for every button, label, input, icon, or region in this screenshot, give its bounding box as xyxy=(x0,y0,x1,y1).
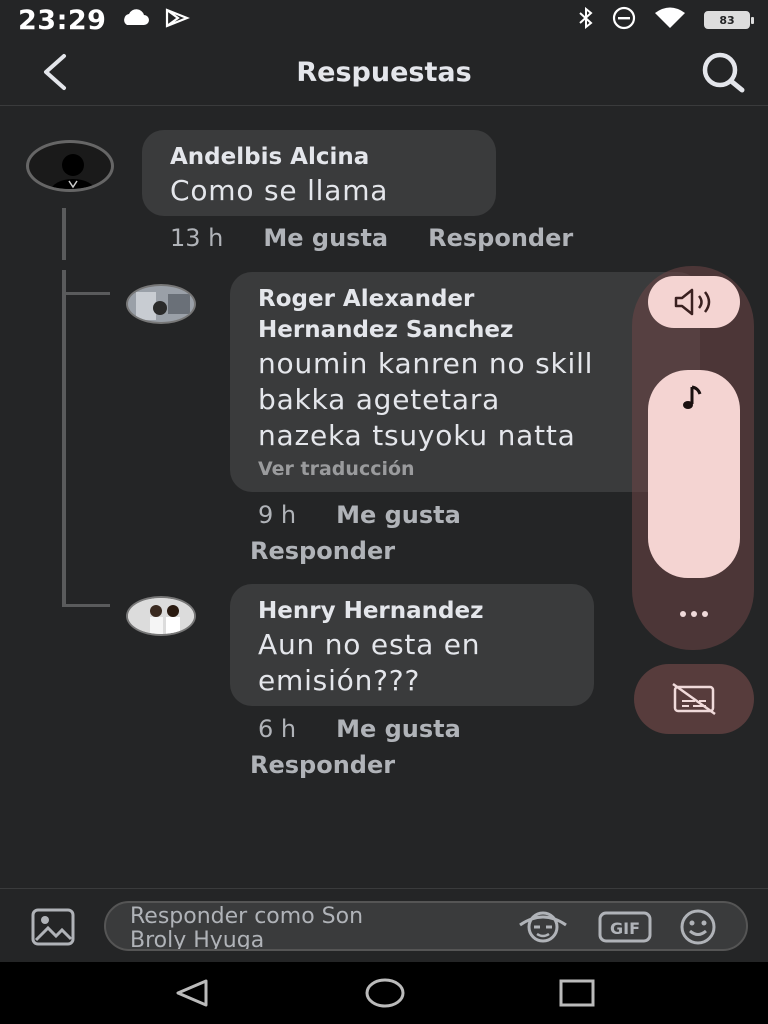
reply-button[interactable]: Responder xyxy=(250,537,395,565)
thread-line-vertical xyxy=(62,270,66,606)
more-dots-icon[interactable] xyxy=(672,600,716,628)
bluetooth-icon xyxy=(578,6,594,33)
comment-text: Como se llama xyxy=(170,174,389,207)
gif-label: GIF xyxy=(610,919,640,938)
reply-input[interactable]: Responder como Son Broly Hyuga GIF xyxy=(104,901,748,951)
volume-button[interactable] xyxy=(648,276,740,328)
comment-author[interactable]: Henry Hernandez xyxy=(258,596,566,627)
comment-bubble[interactable]: Henry Hernandez Aun no esta en emisión??… xyxy=(230,584,594,706)
comment-text: noumin kanren no skill xyxy=(258,347,594,380)
status-bar: 23:29 83 xyxy=(0,0,768,40)
comment-bubble[interactable]: Andelbis Alcina Como se llama xyxy=(142,130,496,216)
thread-line-branch-2 xyxy=(62,604,110,607)
do-not-disturb-icon xyxy=(612,6,636,34)
comment-bubble[interactable]: Roger Alexander Hernandez Sanchez noumin… xyxy=(230,272,700,492)
status-time: 23:29 xyxy=(18,4,107,36)
avatar-sticker-icon[interactable] xyxy=(514,909,567,945)
comment-time: 13 h xyxy=(170,224,224,252)
comment-author[interactable]: Andelbis Alcina xyxy=(170,142,468,173)
battery-icon: 83 xyxy=(704,11,754,29)
reply-button[interactable]: Responder xyxy=(250,751,395,779)
reply-input-placeholder: Responder como Son Broly Hyuga xyxy=(130,904,460,951)
wifi-icon xyxy=(654,7,686,33)
system-nav-bar xyxy=(0,962,768,1024)
chevron-left-icon[interactable] xyxy=(36,52,76,92)
volume-slider[interactable] xyxy=(648,370,740,578)
gif-icon[interactable]: GIF xyxy=(598,909,652,945)
play-store-icon xyxy=(164,8,191,32)
avatar[interactable] xyxy=(26,140,114,192)
image-icon[interactable] xyxy=(30,907,76,947)
placeholder-line: Broly Hyuga xyxy=(130,928,265,951)
like-button[interactable]: Me gusta xyxy=(263,224,388,252)
like-button[interactable]: Me gusta xyxy=(336,501,461,529)
avatar[interactable] xyxy=(126,284,196,324)
comment-time: 6 h xyxy=(258,715,297,743)
comment-meta: 13 h Me gusta Responder xyxy=(170,224,573,252)
like-button[interactable]: Me gusta xyxy=(336,715,461,743)
app-bar: Respuestas xyxy=(0,40,768,106)
captions-off-icon xyxy=(672,682,716,716)
reply-composer: Responder como Son Broly Hyuga GIF xyxy=(0,888,768,962)
comment-meta: 9 h Me gusta xyxy=(258,501,461,529)
thread-line-branch-1 xyxy=(62,292,110,295)
search-icon[interactable] xyxy=(692,50,745,94)
comment-meta: 6 h Me gusta xyxy=(258,715,461,743)
cloud-icon xyxy=(120,9,150,31)
see-translation-link[interactable]: Ver traducción xyxy=(258,458,672,480)
comment-text: nazeka tsuyoku natta xyxy=(258,419,576,452)
avatar[interactable] xyxy=(126,596,196,636)
captions-off-button[interactable] xyxy=(634,664,754,734)
comment-time: 9 h xyxy=(258,501,297,529)
comment-author-cont[interactable]: Hernandez Sanchez xyxy=(258,315,672,346)
home-nav-icon[interactable] xyxy=(364,976,406,1014)
page-title: Respuestas xyxy=(296,57,472,88)
back-nav-icon[interactable] xyxy=(172,978,212,1012)
thread-line-main xyxy=(62,208,66,260)
comment-author[interactable]: Roger Alexander xyxy=(258,284,672,315)
comment-text: Aun no esta en xyxy=(258,628,481,661)
music-note-icon xyxy=(680,384,706,416)
reply-button[interactable]: Responder xyxy=(428,224,573,252)
placeholder-line: Responder como Son xyxy=(130,904,364,929)
emoji-icon[interactable] xyxy=(678,907,722,945)
avatar-silhouette-icon xyxy=(51,154,95,189)
comment-text: bakka agetetara xyxy=(258,383,501,416)
volume-icon xyxy=(674,288,711,316)
comment-text: emisión??? xyxy=(258,664,421,697)
avatar-photo-icon xyxy=(128,598,194,634)
recents-nav-icon[interactable] xyxy=(558,978,596,1014)
avatar-photo-icon xyxy=(128,286,194,322)
